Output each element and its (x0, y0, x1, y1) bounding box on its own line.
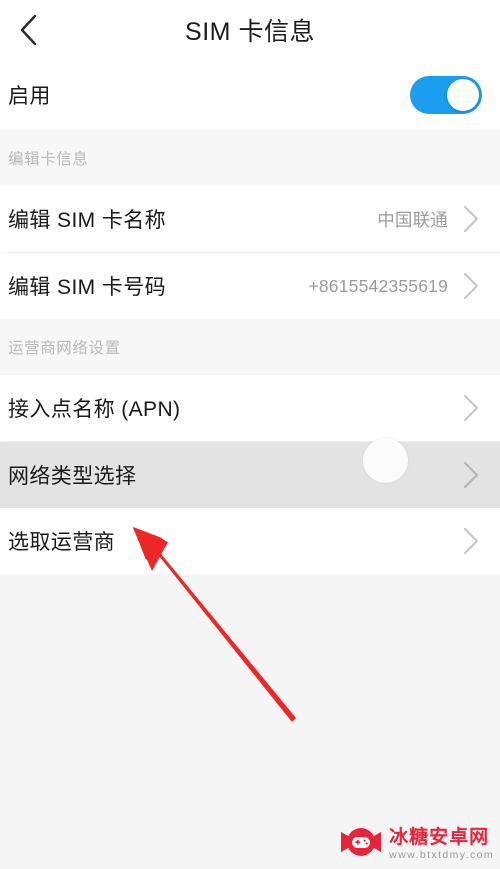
row-right-group: 中国联通 (377, 186, 500, 252)
row-select-carrier[interactable]: 选取运营商 (0, 508, 500, 574)
chevron-right-icon (460, 393, 500, 423)
enable-sim-label: 启用 (8, 85, 51, 108)
enable-sim-toggle[interactable] (410, 76, 482, 114)
toggle-knob (447, 79, 479, 111)
watermark-text: 冰糖安卓网 www.btxtdmy.com (389, 828, 494, 861)
enable-sim-row[interactable]: 启用 (0, 60, 500, 130)
row-label: 编辑 SIM 卡号码 (8, 276, 167, 299)
app-header: SIM 卡信息 (0, 0, 500, 60)
row-label: 选取运营商 (8, 531, 115, 554)
sim-card-info-screen: SIM 卡信息 启用 编辑卡信息 编辑 SIM 卡名称 中国联通 编辑 SIM … (0, 0, 500, 869)
section-header-edit-card-info: 编辑卡信息 (0, 130, 500, 186)
row-value: +8615542355619 (308, 275, 448, 296)
section-header-label: 运营商网络设置 (8, 340, 121, 357)
chevron-right-icon (460, 526, 500, 556)
chevron-right-icon (460, 204, 500, 234)
touch-ripple (363, 438, 408, 483)
chevron-right-icon (460, 271, 500, 301)
chevron-left-icon (18, 13, 40, 47)
page-title: SIM 卡信息 (185, 18, 315, 46)
row-right-group (448, 375, 500, 441)
row-network-type-selection[interactable]: 网络类型选择 (0, 438, 500, 508)
row-label: 编辑 SIM 卡名称 (8, 209, 167, 232)
row-right-group (448, 442, 500, 508)
watermark-url: www.btxtdmy.com (389, 849, 494, 862)
candy-gamepad-logo-icon (339, 826, 383, 863)
section-header-carrier-network-settings: 运营商网络设置 (0, 319, 500, 375)
row-right-group (448, 508, 500, 574)
row-value: 中国联通 (377, 209, 448, 230)
page-background (0, 574, 500, 869)
watermark-site-name: 冰糖安卓网 (389, 827, 490, 849)
chevron-right-icon (460, 460, 500, 490)
back-button[interactable] (0, 0, 58, 60)
watermark: 冰糖安卓网 www.btxtdmy.com (339, 826, 494, 863)
row-apn[interactable]: 接入点名称 (APN) (0, 375, 500, 441)
section-header-label: 编辑卡信息 (8, 151, 89, 168)
row-label: 网络类型选择 (8, 465, 137, 488)
row-edit-sim-name[interactable]: 编辑 SIM 卡名称 中国联通 (0, 186, 500, 252)
row-right-group: +8615542355619 (308, 253, 500, 319)
row-label: 接入点名称 (APN) (8, 398, 181, 421)
row-edit-sim-number[interactable]: 编辑 SIM 卡号码 +8615542355619 (0, 253, 500, 319)
